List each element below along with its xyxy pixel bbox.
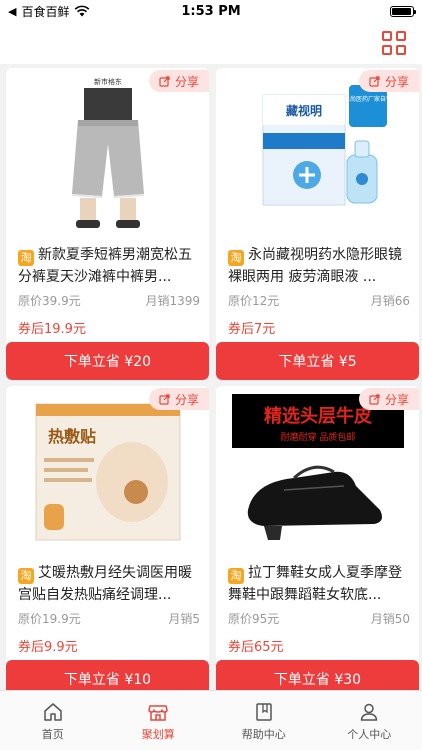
battery-level <box>392 7 411 15</box>
original-price: 原价12元 <box>228 294 280 308</box>
order-save-button[interactable]: 下单立省 ¥10 <box>6 660 209 690</box>
eyedrop-image: 藏视明 永尚医药厂家自营 <box>242 77 393 227</box>
product-brand-text: 藏视明 <box>285 103 321 118</box>
tab-bar: 首页 聚划算 帮助中心 个人中心 <box>0 690 422 750</box>
share-label: 分享 <box>384 392 409 407</box>
share-icon <box>159 394 170 405</box>
brand-logo-text: 新市格东 <box>94 77 122 86</box>
product-card[interactable]: 藏视明 永尚医药厂家自营 分享 淘永尚藏视明药水隐形眼镜裸眼两用 疲劳滴眼液 .… <box>216 68 419 380</box>
coupon-price: 券后65元 <box>228 640 284 655</box>
grid-cell <box>382 31 392 41</box>
order-save-button[interactable]: 下单立省 ¥30 <box>216 660 419 690</box>
monthly-sales: 月销5 <box>168 612 200 626</box>
tab-label: 首页 <box>41 728 64 741</box>
grid-icon[interactable] <box>382 31 406 55</box>
share-button[interactable]: 分享 <box>149 70 209 92</box>
tab-home[interactable]: 首页 <box>0 691 106 750</box>
grid-cell <box>396 45 406 55</box>
share-icon <box>159 76 170 87</box>
shorts-image: 新市格东 <box>57 74 158 230</box>
product-title-text: 新款夏季短裤男潮宽松五分裤夏天沙滩裤中裤男... <box>18 247 192 285</box>
coupon-price: 券后7元 <box>228 322 276 337</box>
product-image[interactable]: 新市格东 <box>6 68 209 236</box>
share-button[interactable]: 分享 <box>149 388 209 410</box>
heat-patch-image: 热敷贴 <box>27 392 188 548</box>
monthly-sales: 月销50 <box>370 612 410 626</box>
product-card[interactable]: 精选头层牛皮 耐磨耐穿 品质包邮 分享 淘拉丁舞鞋女成人夏季摩登舞鞋中跟舞蹈鞋女… <box>216 386 419 690</box>
share-label: 分享 <box>384 74 409 89</box>
home-icon <box>44 703 62 721</box>
product-title-text: 艾暖热敷月经失调医用暖宫贴自发热贴痛经调理... <box>18 565 192 603</box>
tab-label: 帮助中心 <box>241 728 286 741</box>
store-icon <box>148 705 168 721</box>
tab-profile[interactable]: 个人中心 <box>317 691 422 750</box>
taobao-badge-icon: 淘 <box>228 250 244 266</box>
taobao-badge-icon: 淘 <box>228 568 244 584</box>
taobao-badge-icon: 淘 <box>18 568 34 584</box>
price-row: 原价19.9元 月销5 <box>18 610 200 627</box>
price-row: 原价39.9元 月销1399 <box>18 292 200 309</box>
product-title[interactable]: 淘拉丁舞鞋女成人夏季摩登舞鞋中跟舞蹈鞋女软底... <box>228 562 410 606</box>
share-label: 分享 <box>174 392 199 407</box>
price-row: 原价12元 月销66 <box>228 292 410 309</box>
status-time: 1:53 PM <box>181 3 241 19</box>
original-price: 原价39.9元 <box>18 294 81 308</box>
share-label: 分享 <box>174 74 199 89</box>
product-title[interactable]: 淘永尚藏视明药水隐形眼镜裸眼两用 疲劳滴眼液 ... <box>228 244 410 288</box>
tab-label: 个人中心 <box>347 728 392 741</box>
tab-help-center[interactable]: 帮助中心 <box>211 691 317 750</box>
order-save-button[interactable]: 下单立省 ¥20 <box>6 342 209 380</box>
book-icon <box>256 703 272 721</box>
coupon-price: 券后9.9元 <box>18 640 78 655</box>
product-image[interactable]: 精选头层牛皮 耐磨耐穿 品质包邮 <box>216 386 419 554</box>
coupon-price: 券后19.9元 <box>18 322 86 337</box>
person-icon <box>361 703 378 721</box>
tab-juhuasuan[interactable]: 聚划算 <box>106 691 212 750</box>
order-save-button[interactable]: 下单立省 ¥5 <box>216 342 419 380</box>
monthly-sales: 月销66 <box>370 294 410 308</box>
share-button[interactable]: 分享 <box>359 70 419 92</box>
product-title-text: 永尚藏视明药水隐形眼镜裸眼两用 疲劳滴眼液 ... <box>228 247 402 285</box>
taobao-badge-icon: 淘 <box>18 250 34 266</box>
image-sub-text: 耐磨耐穿 品质包邮 <box>280 431 355 443</box>
battery-icon <box>390 5 416 17</box>
dance-shoe-image: 精选头层牛皮 耐磨耐穿 品质包邮 <box>223 390 412 550</box>
share-icon <box>369 394 380 405</box>
product-image[interactable]: 藏视明 永尚医药厂家自营 <box>216 68 419 236</box>
grid-cell <box>396 31 406 41</box>
tab-label: 聚划算 <box>141 728 175 741</box>
status-left: ◀ 百食百鲜 <box>8 3 90 20</box>
product-card[interactable]: 热敷贴 分享 淘艾暖热敷月经失调医用暖宫贴自发热贴痛经调理... 原价19.9元… <box>6 386 209 690</box>
product-card[interactable]: 新市格东 分享 淘新款夏季短裤男潮宽松五分裤夏天沙滩裤中裤男... 原价39.9… <box>6 68 209 380</box>
original-price: 原价95元 <box>228 612 280 626</box>
image-banner-text: 精选头层牛皮 <box>264 405 372 427</box>
app-screen: ◀ 百食百鲜 1:53 PM 新市格东 分享 淘 新款夏季短裤男潮宽松五分裤夏天… <box>0 0 422 750</box>
product-image[interactable]: 热敷贴 <box>6 386 209 554</box>
product-title[interactable]: 淘新款夏季短裤男潮宽松五分裤夏天沙滩裤中裤男... <box>18 244 200 288</box>
status-bar: ◀ 百食百鲜 1:53 PM <box>0 0 422 22</box>
product-brand-text: 热敷贴 <box>47 427 95 446</box>
share-button[interactable]: 分享 <box>359 388 419 410</box>
product-title[interactable]: 淘艾暖热敷月经失调医用暖宫贴自发热贴痛经调理... <box>18 562 200 606</box>
wifi-icon <box>75 5 90 17</box>
grid-cell <box>382 45 392 55</box>
price-row: 原价95元 月销50 <box>228 610 410 627</box>
monthly-sales: 月销1399 <box>145 294 200 308</box>
original-price: 原价19.9元 <box>18 612 81 626</box>
manufacturer-tag-text: 永尚医药厂家自营 <box>343 95 391 103</box>
previous-app-label[interactable]: 百食百鲜 <box>21 3 69 20</box>
product-title-text: 拉丁舞鞋女成人夏季摩登舞鞋中跟舞蹈鞋女软底... <box>228 565 402 603</box>
nav-bar <box>0 22 422 64</box>
back-to-app-icon[interactable]: ◀ <box>8 5 16 18</box>
product-grid: 新市格东 分享 淘新款夏季短裤男潮宽松五分裤夏天沙滩裤中裤男... 原价39.9… <box>0 64 422 690</box>
share-icon <box>369 76 380 87</box>
